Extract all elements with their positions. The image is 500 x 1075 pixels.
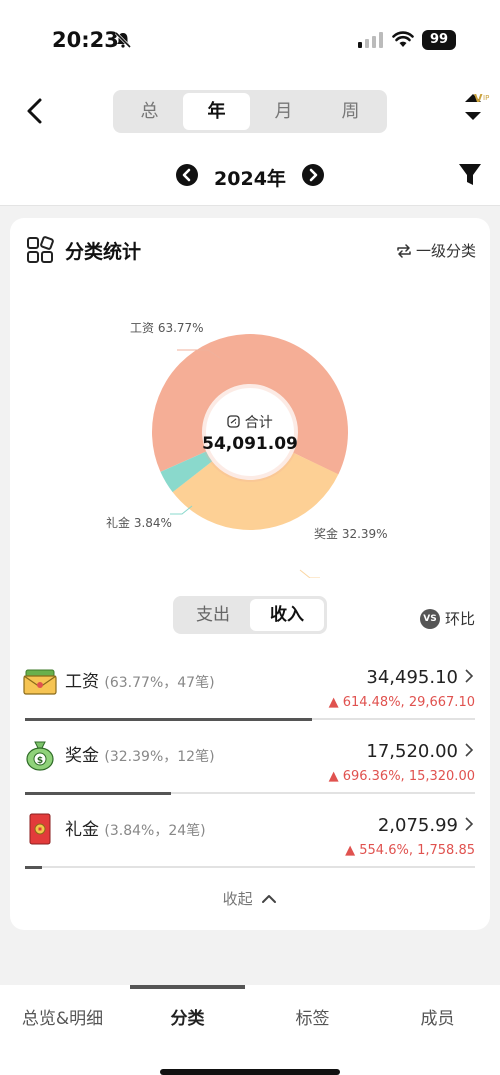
tab-category[interactable]: 分类 (125, 1004, 250, 1029)
total-label: 合计 (200, 412, 300, 432)
period-segmented-control: 总 年 月 周 (113, 90, 387, 133)
list-item-bonus[interactable]: $ 奖金 (32.39%，12笔) 17,520.00 ▲ 696.36%, 1… (10, 730, 490, 804)
tab-month[interactable]: 月 (250, 93, 317, 130)
category-level-label: 一级分类 (415, 242, 476, 260)
compare-label: 环比 (445, 610, 476, 628)
swap-icon (397, 243, 411, 258)
card-title: 分类统计 (65, 241, 142, 263)
tab-overview[interactable]: 总览&明细 (0, 1004, 125, 1029)
income-expense-toggle: 支出 收入 (173, 596, 327, 634)
header: 总 年 月 周 V IP 2024年 (0, 80, 500, 206)
tab-week[interactable]: 周 (317, 93, 384, 130)
category-grid-icon (27, 236, 54, 263)
chevron-right-icon (309, 168, 318, 182)
slice-label-gift: 礼金 3.84% (106, 516, 172, 530)
slice-label-salary: 工资 63.77% (130, 321, 204, 335)
signal-icon (358, 32, 383, 48)
back-button[interactable] (22, 96, 48, 126)
item-change: ▲ 696.36%, 15,320.00 (328, 769, 475, 784)
item-name: 礼金 (3.84%，24笔) (65, 820, 206, 840)
item-progress-bar (25, 717, 475, 721)
slice-label-bonus: 奖金 32.39% (314, 527, 388, 541)
wifi-icon (392, 31, 414, 47)
item-progress-fill (25, 865, 43, 869)
item-change: ▲ 554.6%, 1,758.85 (345, 843, 475, 858)
vip-sort-icon[interactable]: V IP (452, 88, 492, 128)
money-bag-icon: $ (26, 741, 54, 771)
chevron-right-icon (465, 669, 474, 683)
total-icon (227, 415, 240, 428)
list-item-salary[interactable]: 工资 (63.77%，47笔) 34,495.10 ▲ 614.48%, 29,… (10, 656, 490, 730)
tab-expense[interactable]: 支出 (176, 599, 250, 631)
category-level-toggle[interactable]: 一级分类 (396, 240, 476, 261)
item-meta: (63.77%，47笔) (104, 675, 215, 691)
item-progress-fill (25, 717, 312, 721)
svg-text:V: V (474, 92, 483, 105)
chevron-up-icon (262, 895, 277, 903)
donut-center: 合计 54,091.09 (200, 412, 300, 454)
year-selector: 2024年 (0, 158, 500, 194)
compare-button[interactable]: VS 环比 (420, 608, 475, 629)
svg-text:$: $ (37, 756, 43, 766)
svg-text:IP: IP (483, 94, 489, 102)
chevron-right-icon (465, 817, 474, 831)
home-indicator (160, 1069, 340, 1075)
filter-icon[interactable] (458, 162, 482, 188)
card-header: 分类统计 一级分类 (10, 218, 490, 278)
chevron-left-icon (182, 168, 191, 182)
vs-icon: VS (420, 608, 440, 629)
category-list: 工资 (63.77%，47笔) 34,495.10 ▲ 614.48%, 29,… (10, 656, 490, 878)
bottom-tab-bar: 总览&明细 分类 标签 成员 (0, 985, 500, 1075)
salary-envelope-icon (23, 669, 57, 695)
item-change: ▲ 614.48%, 29,667.10 (328, 695, 475, 710)
item-progress-bar (25, 791, 475, 795)
active-tab-indicator (130, 985, 245, 989)
item-name: 奖金 (32.39%，12笔) (65, 746, 215, 766)
next-year-button[interactable] (302, 164, 324, 186)
tab-income[interactable]: 收入 (250, 599, 324, 631)
item-progress-fill (25, 791, 171, 795)
category-stats-card: 分类统计 一级分类 工资 63.77% 奖金 32.39% 礼金 3.84% 合… (10, 218, 490, 930)
red-envelope-icon (29, 813, 51, 845)
item-amount: 17,520.00 (366, 741, 458, 762)
item-meta: (3.84%，24笔) (104, 823, 206, 839)
tab-tags[interactable]: 标签 (250, 1004, 375, 1029)
list-item-gift[interactable]: 礼金 (3.84%，24笔) 2,075.99 ▲ 554.6%, 1,758.… (10, 804, 490, 878)
collapse-button[interactable]: 收起 (10, 888, 490, 909)
tab-year[interactable]: 年 (183, 93, 250, 130)
item-meta: (32.39%，12笔) (104, 749, 215, 765)
status-bar: 20:23 99 (0, 0, 500, 80)
item-name: 工资 (63.77%，47笔) (65, 672, 215, 692)
battery-indicator: 99 (422, 30, 456, 50)
prev-year-button[interactable] (176, 164, 198, 186)
item-progress-bar (25, 865, 475, 869)
tab-total[interactable]: 总 (116, 93, 183, 130)
chevron-right-icon (465, 743, 474, 757)
total-value: 54,091.09 (202, 434, 298, 454)
item-amount: 34,495.10 (366, 667, 458, 688)
item-amount: 2,075.99 (377, 815, 458, 836)
donut-chart: 工资 63.77% 奖金 32.39% 礼金 3.84% 合计 54,091.0… (10, 278, 490, 579)
bell-off-icon (114, 31, 132, 49)
tab-members[interactable]: 成员 (375, 1004, 500, 1029)
status-time: 20:23 (52, 28, 119, 52)
year-label: 2024年 (214, 168, 286, 190)
